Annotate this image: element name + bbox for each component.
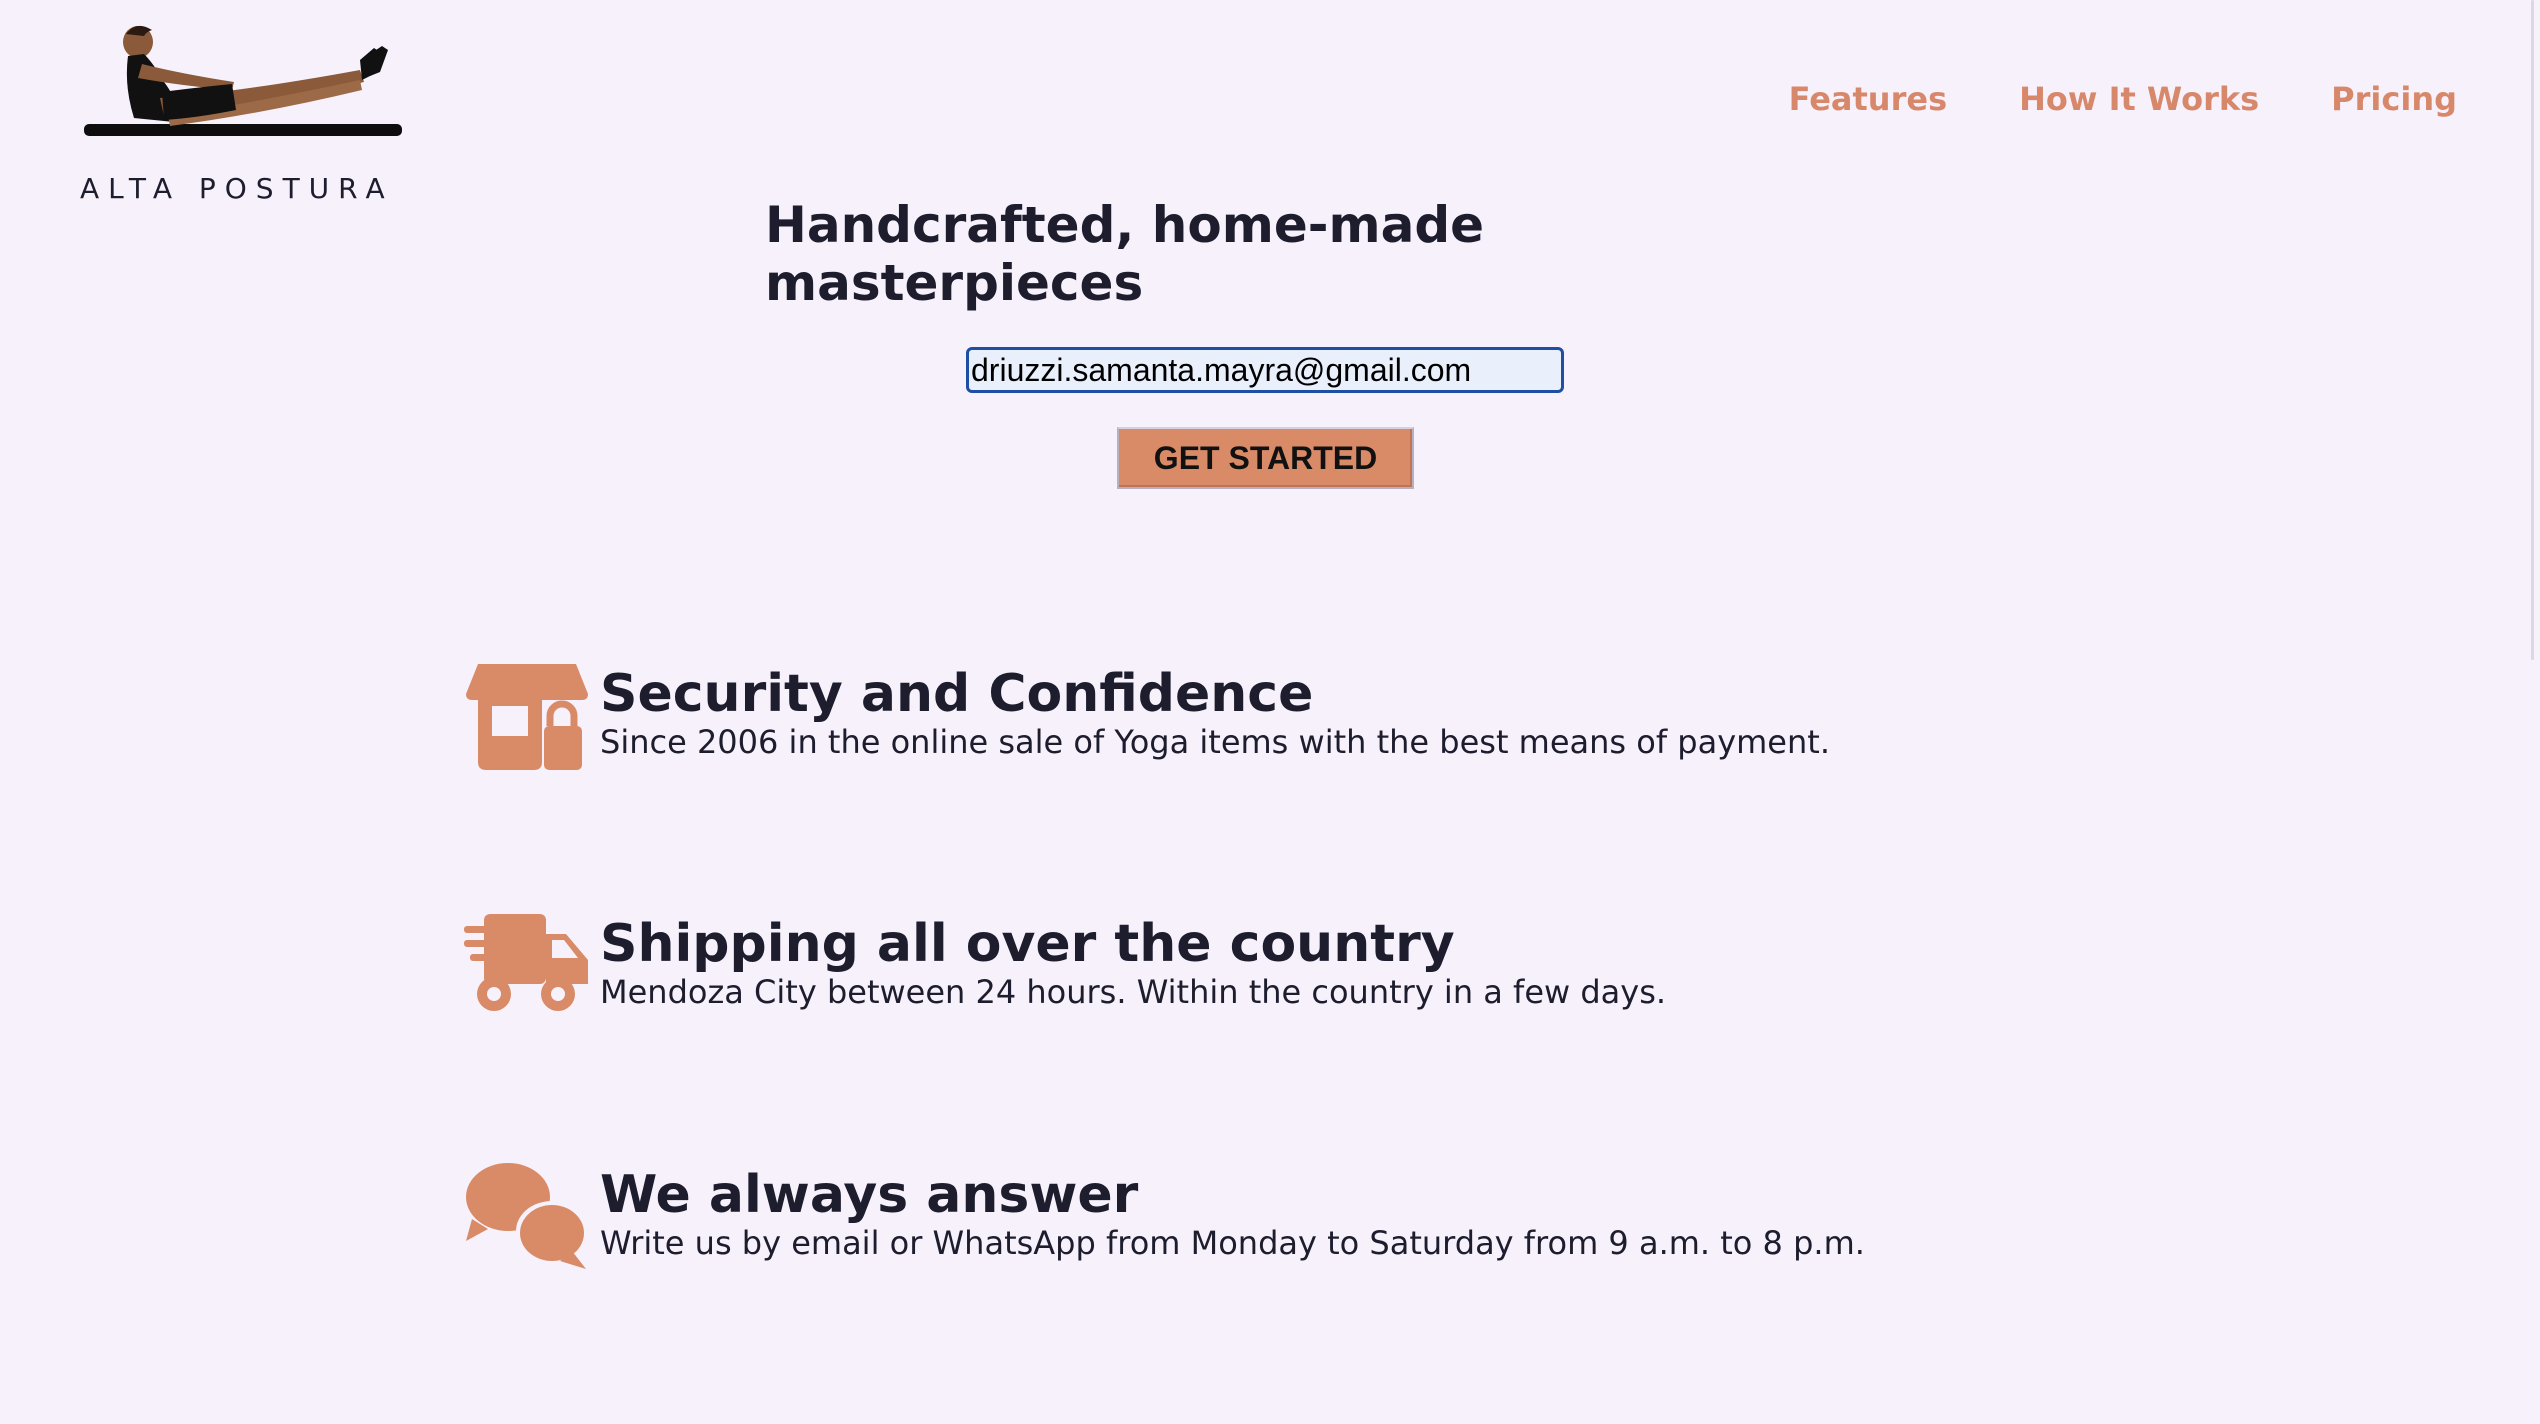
nav-link-pricing[interactable]: Pricing — [2331, 80, 2457, 118]
feature-title: We always answer — [600, 1165, 1139, 1225]
chat-bubbles-icon — [466, 1163, 588, 1269]
nav-link-features[interactable]: Features — [1789, 80, 1947, 118]
feature-title: Shipping all over the country — [600, 914, 1455, 974]
fast-truck-icon — [464, 914, 588, 1011]
feature-shipping: Shipping all over the country Mendoza Ci… — [464, 912, 2064, 1022]
brand-name: ALTA POSTURA — [80, 172, 394, 205]
email-input[interactable] — [966, 347, 1564, 393]
top-nav: Features How It Works Pricing — [1789, 80, 2457, 118]
feature-support: We always answer Write us by email or Wh… — [464, 1163, 2064, 1273]
feature-title: Security and Confidence — [600, 664, 1314, 724]
feature-description: Mendoza City between 24 hours. Within th… — [600, 973, 1667, 1011]
shop-lock-icon — [466, 664, 588, 770]
feature-description: Write us by email or WhatsApp from Monda… — [600, 1224, 1865, 1262]
landing-page: ALTA POSTURA Features How It Works Prici… — [0, 0, 2540, 1424]
feature-security: Security and Confidence Since 2006 in th… — [464, 662, 2064, 772]
brand-logo[interactable]: ALTA POSTURA — [80, 20, 410, 205]
nav-link-how-it-works[interactable]: How It Works — [2019, 80, 2259, 118]
page-scrollbar[interactable] — [2531, 0, 2534, 660]
get-started-button[interactable]: GET STARTED — [1117, 427, 1414, 489]
hero-title: Handcrafted, home-made masterpieces — [765, 196, 1485, 312]
feature-description: Since 2006 in the online sale of Yoga it… — [600, 723, 1830, 761]
yoga-pose-logo-icon — [84, 25, 402, 136]
